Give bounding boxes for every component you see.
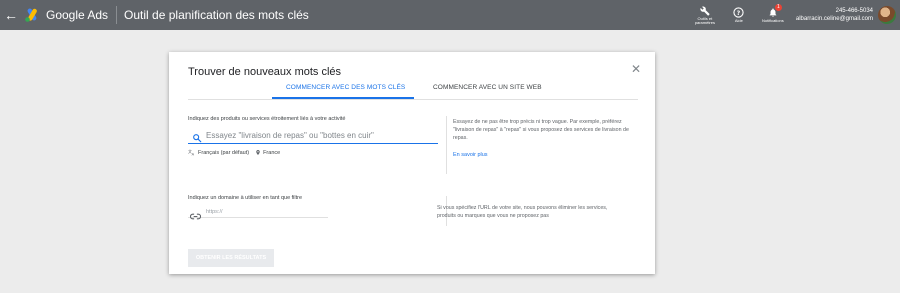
tab-start-with-website[interactable]: COMMENCER AVEC UN SITE WEB xyxy=(433,84,542,91)
location-setting[interactable]: France xyxy=(255,149,280,156)
help-button[interactable]: ? Aide xyxy=(722,7,756,23)
wrench-icon xyxy=(700,5,710,16)
targeting-settings: 文A Français (par défaut) France xyxy=(188,149,286,156)
tabs-divider xyxy=(188,99,638,100)
translate-icon: 文A xyxy=(188,149,195,157)
tools-settings-button[interactable]: Outils et paramètres xyxy=(688,5,722,25)
link-icon xyxy=(189,207,202,225)
svg-text:?: ? xyxy=(737,10,741,17)
account-phone: 245-466-5034 xyxy=(835,8,873,14)
close-icon[interactable]: ✕ xyxy=(631,62,641,76)
search-icon xyxy=(192,130,202,148)
domain-input[interactable] xyxy=(206,206,324,217)
get-results-button[interactable]: OBTENIR LES RÉSULTATS xyxy=(188,249,274,267)
help-icon: ? xyxy=(733,7,745,18)
brand-name: Google Ads xyxy=(46,8,109,22)
domain-hint: Si vous spécifiez l'URL de votre site, n… xyxy=(437,205,608,219)
notifications-label: Notifications xyxy=(761,18,784,23)
keywords-label: Indiquez des produits ou services étroit… xyxy=(188,116,346,122)
arrow-left-icon[interactable]: ← xyxy=(0,7,22,23)
svg-text:A: A xyxy=(192,153,195,157)
keyword-ideas-dialog: Trouver de nouveaux mots clés ✕ COMMENCE… xyxy=(169,52,655,274)
account-info[interactable]: 245-466-5034 albarracin.celine@gmail.com xyxy=(796,7,873,23)
dialog-title: Trouver de nouveaux mots clés xyxy=(188,66,342,78)
header-actions: Outils et paramètres ? Aide 1 Notificati… xyxy=(688,0,900,30)
learn-more-link[interactable]: En savoir plus xyxy=(453,152,488,158)
keywords-input[interactable] xyxy=(206,129,434,142)
location-pin-icon xyxy=(256,150,260,155)
avatar[interactable] xyxy=(878,6,896,24)
tab-start-with-keywords[interactable]: COMMENCER AVEC DES MOTS CLÉS xyxy=(286,84,405,91)
keywords-search-field[interactable] xyxy=(188,128,438,144)
app-header: ← Google Ads Outil de planification des … xyxy=(0,0,900,30)
google-ads-logo xyxy=(24,8,40,22)
keywords-hint-divider xyxy=(446,116,447,174)
language-value: Français (par défaut) xyxy=(198,149,250,156)
header-divider xyxy=(116,6,118,24)
keywords-hint: Essayez de ne pas être trop précis ni tr… xyxy=(453,119,629,141)
bell-icon: 1 xyxy=(768,4,782,18)
language-setting[interactable]: 文A Français (par défaut) xyxy=(188,149,249,156)
help-label: Aide xyxy=(734,18,743,23)
notifications-button[interactable]: 1 Notifications xyxy=(756,4,790,23)
location-value: France xyxy=(263,149,281,156)
domain-field[interactable] xyxy=(188,205,328,220)
page-title: Outil de planification des mots clés xyxy=(124,8,309,22)
tools-label-2: paramètres xyxy=(694,19,715,25)
active-tab-indicator xyxy=(272,97,414,99)
account-email: albarracin.celine@gmail.com xyxy=(795,16,873,22)
domain-label: Indiquez un domaine à utiliser en tant q… xyxy=(188,195,303,201)
notification-badge: 1 xyxy=(774,4,782,11)
